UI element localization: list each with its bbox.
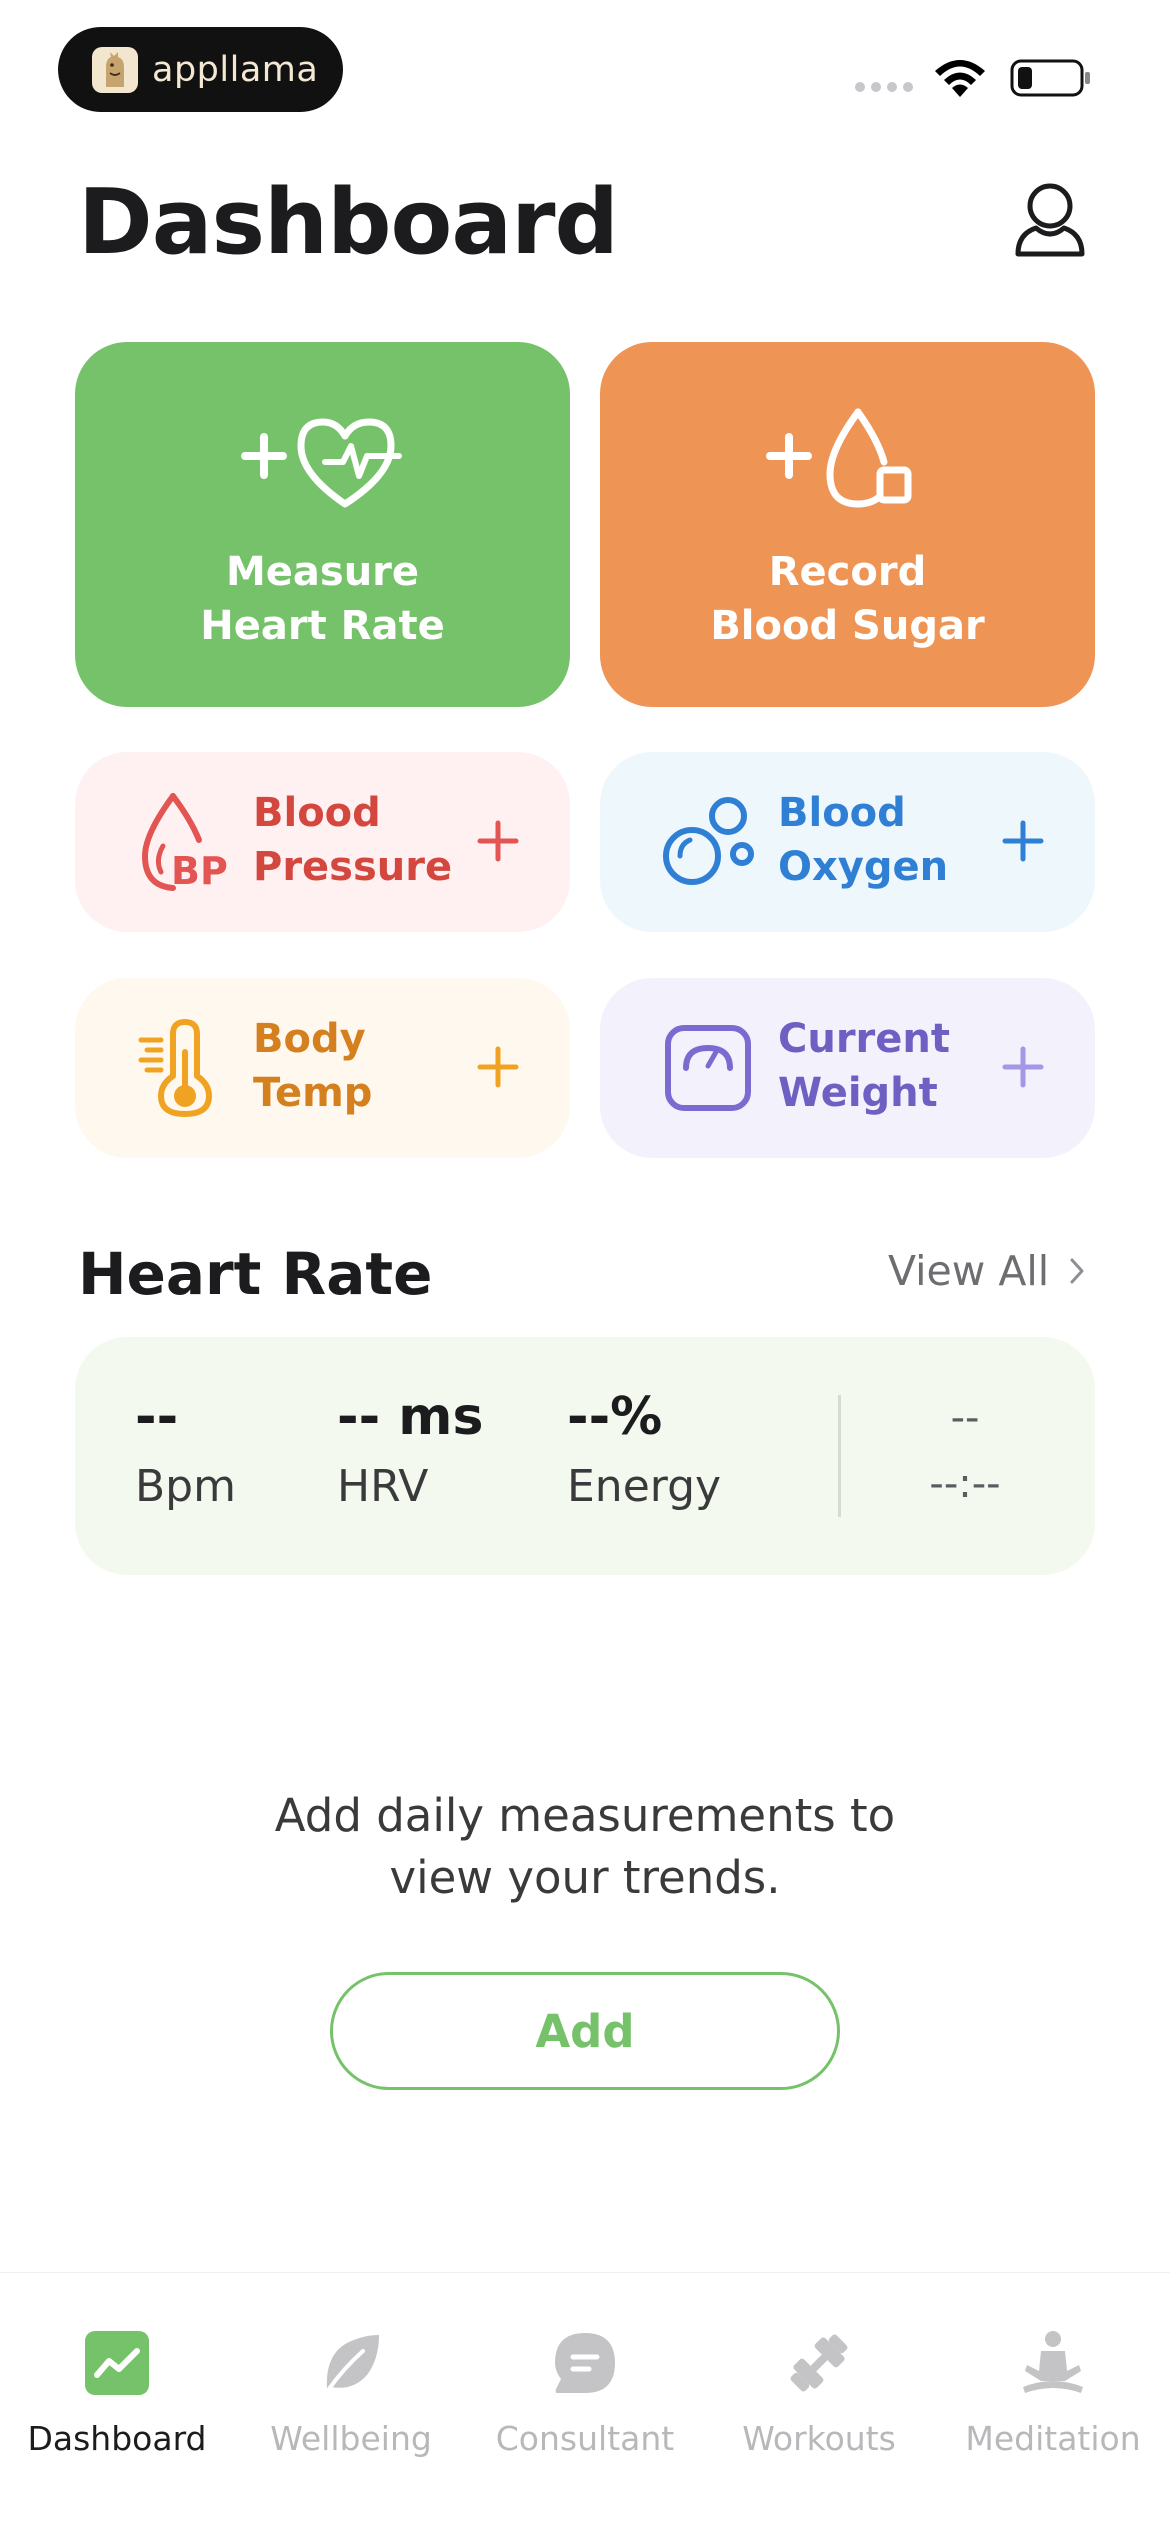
energy-metric: --% Energy [567,1387,721,1512]
bubbles-icon [663,797,754,885]
energy-label: Energy [567,1461,722,1512]
record-blood-sugar-label: Record Blood Sugar [710,549,985,649]
tab-wellbeing-label: Wellbeing [270,2419,432,2458]
blood-pressure-card[interactable]: BP Blood Pressure [75,752,570,932]
body-temp-card[interactable]: Body Temp [75,978,570,1158]
tab-consultant-label: Consultant [495,2419,675,2458]
bpm-metric: -- Bpm [135,1387,236,1512]
heart-rate-summary-card[interactable]: -- Bpm -- ms HRV --% Energy -- --:-- [75,1337,1095,1575]
record-blood-sugar-button[interactable]: Record Blood Sugar [600,342,1095,707]
hrv-label: HRV [337,1461,429,1512]
tab-wellbeing[interactable]: Wellbeing [234,2301,468,2471]
add-button[interactable]: Add [330,1972,840,2090]
chart-trend-icon [85,2331,149,2395]
blood-oxygen-card[interactable]: Blood Oxygen [600,752,1095,932]
page-title: Dashboard [78,170,619,275]
tab-consultant[interactable]: Consultant [468,2301,702,2471]
divider [838,1395,841,1517]
blood-pressure-drop-icon: BP [141,793,228,893]
tab-dashboard-label: Dashboard [27,2419,207,2458]
hrv-value: -- ms [337,1387,484,1447]
hrv-metric: -- ms HRV [337,1387,483,1512]
battery-icon [1010,59,1090,97]
energy-value: --% [567,1387,663,1447]
view-all-link[interactable]: View All [888,1247,1085,1295]
app-badge[interactable]: appllama [58,27,343,112]
meditation-icon [1023,2331,1083,2393]
wifi-icon [935,60,985,97]
current-weight-card[interactable]: Current Weight [600,978,1095,1158]
chat-bubble-icon [555,2333,615,2393]
bpm-label: Bpm [135,1461,236,1512]
cellular-signal-icon [855,82,913,92]
add-current-weight-icon[interactable] [1000,1044,1046,1090]
drop-plus-icon [766,408,912,508]
view-all-label: View All [888,1247,1050,1295]
time-value: --:-- [929,1461,1001,1507]
blood-oxygen-label: Blood Oxygen [778,790,949,890]
llama-logo-icon [92,46,138,93]
leaf-icon [326,2335,379,2391]
heart-pulse-plus-icon [241,418,402,508]
tab-workouts-label: Workouts [742,2419,896,2458]
person-icon[interactable] [1012,180,1088,260]
tab-meditation-label: Meditation [965,2419,1141,2458]
app-name: appllama [152,49,319,90]
current-weight-label: Current Weight [778,1016,951,1116]
tab-meditation[interactable]: Meditation [936,2301,1170,2471]
blood-pressure-label: Blood Pressure [253,790,453,890]
last-measurement-time: -- --:-- [875,1395,1055,1507]
date-value: -- [950,1395,980,1441]
add-blood-oxygen-icon[interactable] [1000,818,1046,864]
tab-bar: Dashboard Wellbeing Consultant Workouts [0,2272,1170,2532]
dumbbell-icon [790,2334,848,2392]
measure-heart-rate-label: Measure Heart Rate [200,549,445,649]
add-blood-pressure-icon[interactable] [475,818,521,864]
add-body-temp-icon[interactable] [475,1044,521,1090]
tab-dashboard[interactable]: Dashboard [0,2301,234,2471]
svg-text:BP: BP [171,849,228,893]
empty-state-message: Add daily measurements to view your tren… [274,1789,896,1904]
bpm-value: -- [135,1387,179,1447]
measure-heart-rate-button[interactable]: Measure Heart Rate [75,342,570,707]
heart-rate-section-title: Heart Rate [78,1240,433,1308]
body-temp-label: Body Temp [253,1016,373,1116]
thermometer-icon [138,1019,212,1117]
tab-workouts[interactable]: Workouts [702,2301,936,2471]
status-bar: appllama [0,0,1170,150]
scale-icon [665,1025,751,1111]
chevron-right-icon [1070,1258,1084,1284]
